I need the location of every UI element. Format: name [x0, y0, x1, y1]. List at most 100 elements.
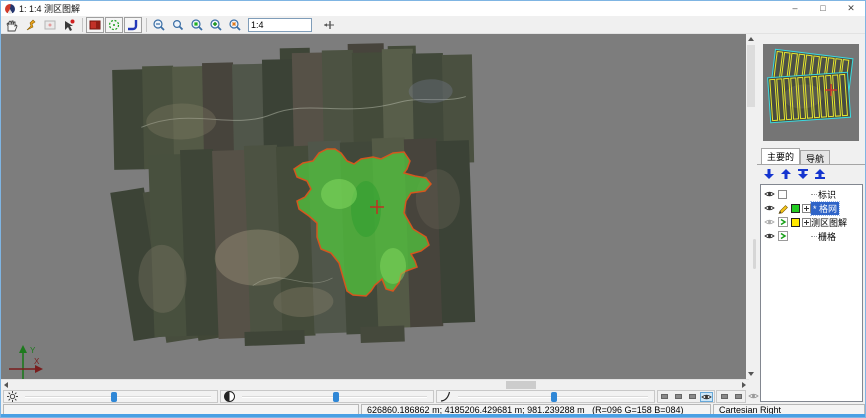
tab-main[interactable]: 主要的 [761, 148, 800, 164]
gamma-thumb[interactable] [551, 392, 557, 402]
title-bar[interactable]: 1: 1:4 测区图解 – □ ✕ [1, 1, 865, 16]
channel-icon [661, 394, 668, 399]
panel-tabs: 主要的 导航 [761, 148, 830, 164]
overview-drawing [763, 44, 859, 141]
layer-color-swatch[interactable] [791, 204, 800, 213]
layer-row-grid[interactable]: * 格网 [761, 201, 862, 215]
app-logo-icon [5, 4, 15, 14]
layer-label-selected[interactable]: * 格网 [811, 202, 839, 215]
expand-icon[interactable] [802, 218, 811, 227]
vectors-toggle-button[interactable] [124, 17, 142, 33]
point-tool-button[interactable] [60, 17, 78, 33]
move-up-button[interactable] [778, 167, 793, 181]
block-scheme-drawing: Y X [1, 34, 746, 379]
view-eye-button[interactable] [700, 392, 713, 402]
channel-button-group [657, 390, 715, 403]
zoom-in-button[interactable] [207, 17, 225, 33]
gamma-slider[interactable] [458, 396, 648, 398]
zoom-region-button[interactable] [188, 17, 206, 33]
horizontal-scrollbar[interactable] [1, 379, 749, 390]
profile-tool-button[interactable] [320, 17, 338, 33]
channel-button-2[interactable] [673, 392, 685, 402]
brightness-group [3, 390, 218, 403]
raster-toggle-button[interactable] [86, 17, 104, 33]
panel-splitter[interactable] [753, 239, 756, 269]
zoom-out-button[interactable] [150, 17, 168, 33]
scroll-right-icon[interactable] [742, 382, 746, 388]
move-to-top-button[interactable] [812, 167, 827, 181]
maximize-button[interactable]: □ [809, 1, 837, 16]
display-icon [735, 394, 742, 399]
brightness-icon [6, 390, 19, 403]
visibility-eye-icon[interactable] [764, 204, 775, 212]
vertical-scrollbar[interactable] [746, 34, 756, 379]
blue-corner-icon [126, 18, 140, 32]
channel-button-1[interactable] [659, 392, 671, 402]
display-button-1[interactable] [718, 392, 730, 402]
visibility-eye-icon[interactable] [764, 218, 775, 226]
tab-divider [757, 164, 866, 165]
svg-text:X: X [34, 357, 40, 366]
layer-row-blockscheme[interactable]: 测区图解 [761, 215, 862, 229]
pan-button[interactable] [3, 17, 21, 33]
layer-label[interactable]: 测区图解 [811, 216, 847, 229]
visibility-eye-icon[interactable] [764, 232, 775, 240]
minimize-button[interactable]: – [781, 1, 809, 16]
edit-pencil-icon [777, 203, 788, 214]
visibility-eye-icon[interactable] [764, 190, 775, 198]
symbols-toggle-button[interactable] [105, 17, 123, 33]
gamma-curve-icon [439, 390, 452, 403]
brightness-thumb[interactable] [111, 392, 117, 402]
layer-label[interactable]: 栅格 [818, 230, 836, 243]
hand-icon [5, 18, 19, 32]
green-dashed-circle-icon [107, 18, 121, 32]
measure-tool-button[interactable] [22, 17, 40, 33]
move-down-button[interactable] [761, 167, 776, 181]
scale-input[interactable] [248, 18, 312, 32]
zoom-free-button[interactable] [226, 17, 244, 33]
grid-tool-button[interactable] [41, 17, 59, 33]
window-title: 1: 1:4 测区图解 [19, 2, 80, 15]
arrow-up-icon [780, 168, 792, 180]
channel-button-3[interactable] [686, 392, 698, 402]
tree-connector [811, 236, 817, 237]
move-to-bottom-button[interactable] [795, 167, 810, 181]
vertical-scroll-thumb[interactable] [747, 45, 755, 107]
scroll-up-icon[interactable] [748, 37, 754, 41]
layer-row-raster[interactable]: 栅格 [761, 229, 862, 243]
expand-icon[interactable] [802, 204, 811, 213]
display-button-2[interactable] [732, 392, 744, 402]
arrow-down-icon [763, 168, 775, 180]
magnifier-minus-icon [152, 18, 166, 32]
arrow-state-icon [778, 231, 788, 241]
scroll-left-icon[interactable] [4, 382, 8, 388]
eye-icon [748, 392, 759, 400]
layer-row-marks[interactable]: 标识 [761, 187, 862, 201]
eye-disabled-button[interactable] [747, 391, 760, 401]
close-button[interactable]: ✕ [837, 1, 865, 16]
center-marker-icon [322, 18, 336, 32]
contrast-icon [223, 390, 236, 403]
contrast-group [220, 390, 434, 403]
app-window: 1: 1:4 测区图解 – □ ✕ [0, 0, 866, 418]
svg-text:Y: Y [30, 346, 36, 355]
layer-color-swatch[interactable] [791, 218, 800, 227]
layer-label[interactable]: 标识 [818, 188, 836, 201]
arrow-state-icon [778, 217, 788, 227]
brightness-slider[interactable] [25, 396, 211, 398]
overview-thumbnail[interactable] [763, 44, 859, 141]
map-canvas[interactable]: Y X [1, 34, 746, 379]
axes-icon: Y X [9, 345, 43, 379]
display-icon [721, 394, 728, 399]
toolbar [1, 16, 865, 34]
tab-navigation[interactable]: 导航 [800, 150, 830, 164]
contrast-slider[interactable] [242, 396, 427, 398]
toolbar-separator [82, 18, 83, 32]
zoom-window-button[interactable] [169, 17, 187, 33]
scroll-down-icon[interactable] [748, 372, 754, 376]
layer-list[interactable]: 标识 * 格网 测区图解 [760, 184, 863, 402]
horizontal-scroll-thumb[interactable] [506, 381, 536, 389]
channel-icon [675, 394, 682, 399]
contrast-thumb[interactable] [333, 392, 339, 402]
layer-checkbox[interactable] [778, 190, 787, 199]
